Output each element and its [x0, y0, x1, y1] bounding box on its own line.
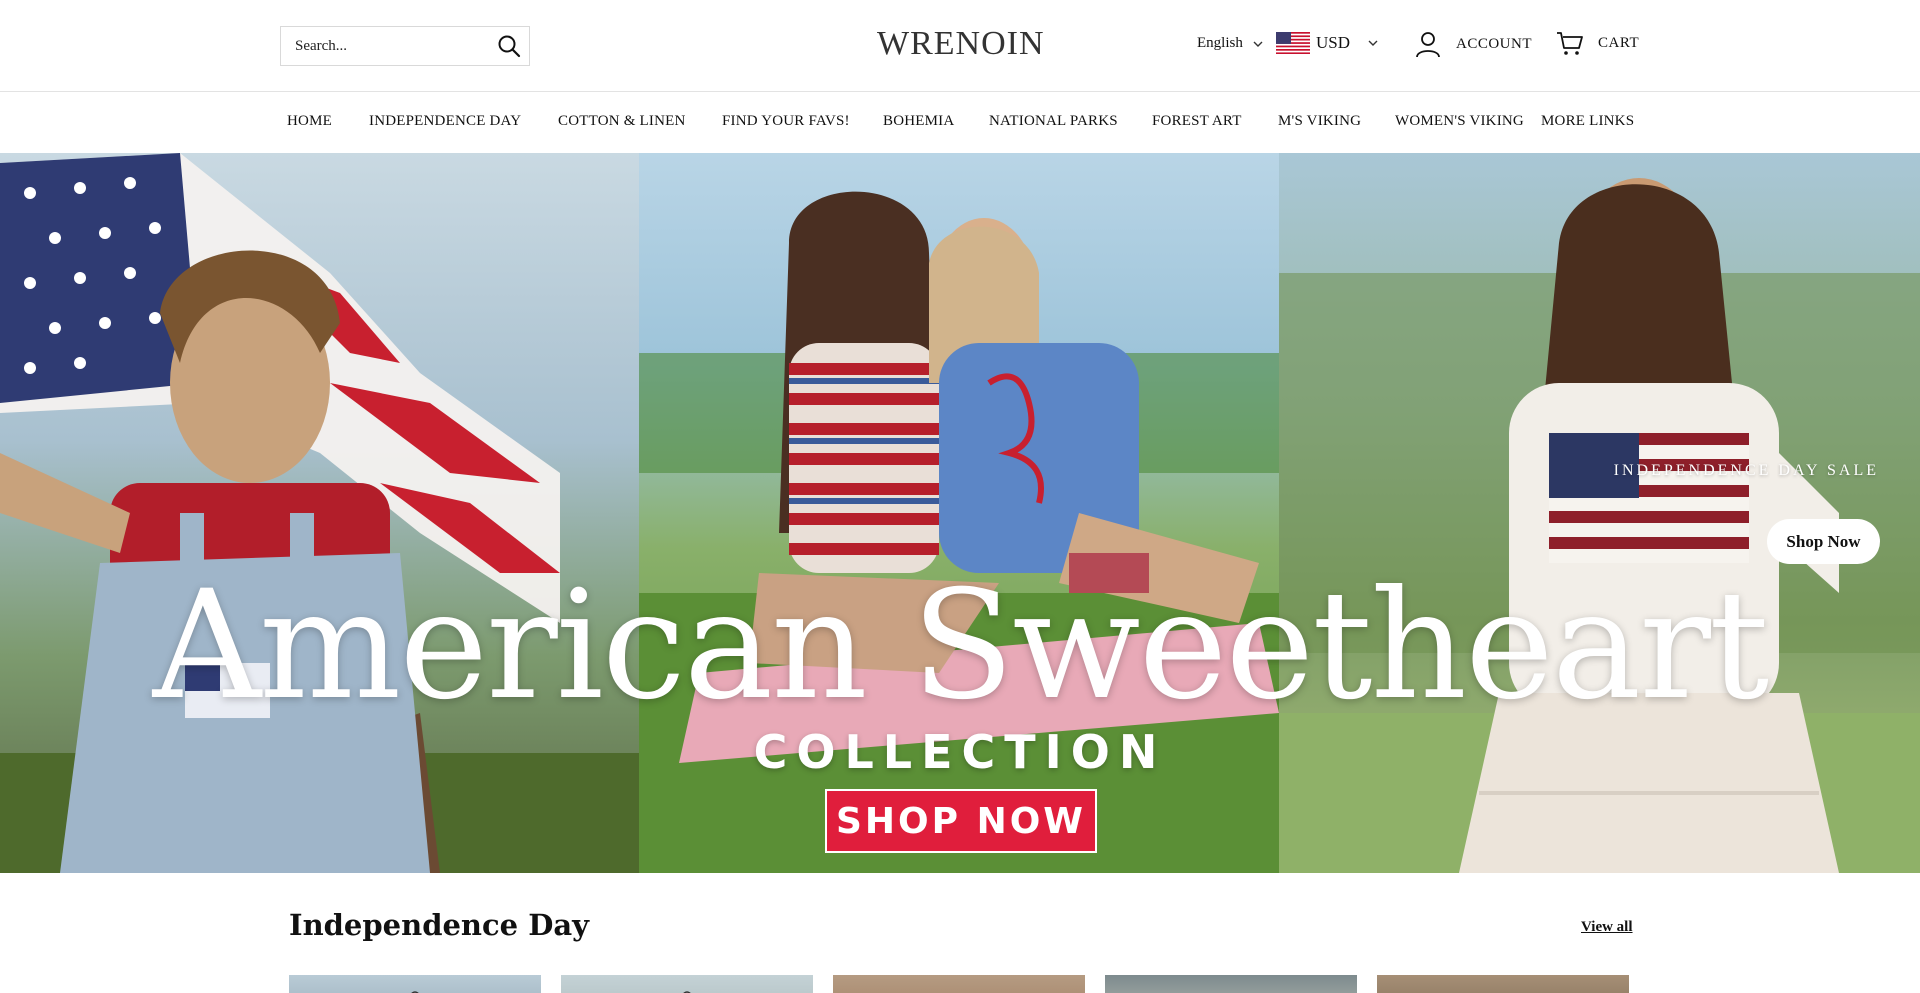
hero-heading: American Sweetheart [152, 559, 1770, 733]
site-header: WRENOIN English USD ACCOUNT CART [0, 0, 1920, 92]
hero-subheading: COLLECTION [753, 725, 1167, 779]
search-icon[interactable] [489, 27, 529, 65]
product-card[interactable] [289, 975, 541, 993]
product-card[interactable] [833, 975, 1085, 993]
account-label: ACCOUNT [1456, 35, 1533, 52]
product-card[interactable] [1105, 975, 1357, 993]
nav-item-independence-day[interactable]: INDEPENDENCE DAY [369, 113, 521, 130]
nav-item-mens-viking[interactable]: M'S VIKING [1278, 113, 1361, 130]
view-all-link[interactable]: View all [1581, 919, 1633, 936]
nav-item-forest-art[interactable]: FOREST ART [1152, 113, 1242, 130]
hero-banner[interactable]: American Sweetheart COLLECTION SHOP NOW … [0, 153, 1920, 873]
nav-item-national-parks[interactable]: NATIONAL PARKS [989, 113, 1118, 130]
currency-selector[interactable]: USD [1276, 32, 1378, 54]
cart-label: CART [1598, 34, 1640, 51]
nav-item-bohemia[interactable]: BOHEMIA [883, 113, 954, 130]
product-card[interactable] [1377, 975, 1629, 993]
chevron-down-icon [1253, 41, 1263, 47]
search-input[interactable] [281, 27, 489, 65]
shop-now-button[interactable]: Shop Now [1767, 519, 1880, 564]
currency-label: USD [1316, 33, 1351, 52]
nav-item-home[interactable]: HOME [287, 113, 332, 130]
language-label: English [1197, 35, 1243, 51]
us-flag-icon [1276, 32, 1310, 54]
account-link[interactable]: ACCOUNT [1414, 30, 1532, 58]
section-title: Independence Day [289, 908, 589, 942]
cart-link[interactable]: CART [1556, 30, 1639, 56]
language-selector[interactable]: English [1197, 35, 1263, 52]
user-icon [1416, 32, 1440, 58]
product-grid [289, 975, 1631, 993]
chevron-down-icon [1368, 40, 1378, 46]
sale-label: INDEPENDENCE DAY SALE [1613, 462, 1879, 479]
nav-item-more-links[interactable]: MORE LINKS [1541, 113, 1634, 130]
hero-shop-now-button[interactable]: SHOP NOW [825, 789, 1097, 853]
site-logo[interactable]: WRENOIN [877, 24, 1044, 64]
product-card[interactable] [561, 975, 813, 993]
nav-item-womens-viking[interactable]: WOMEN'S VIKING [1395, 113, 1524, 130]
main-nav: HOME INDEPENDENCE DAY COTTON & LINEN FIN… [0, 93, 1920, 153]
cart-icon [1557, 32, 1583, 55]
search-box [280, 26, 530, 66]
nav-item-find-your-favs[interactable]: FIND YOUR FAVS! [722, 113, 850, 130]
nav-item-cotton-linen[interactable]: COTTON & LINEN [558, 113, 686, 130]
